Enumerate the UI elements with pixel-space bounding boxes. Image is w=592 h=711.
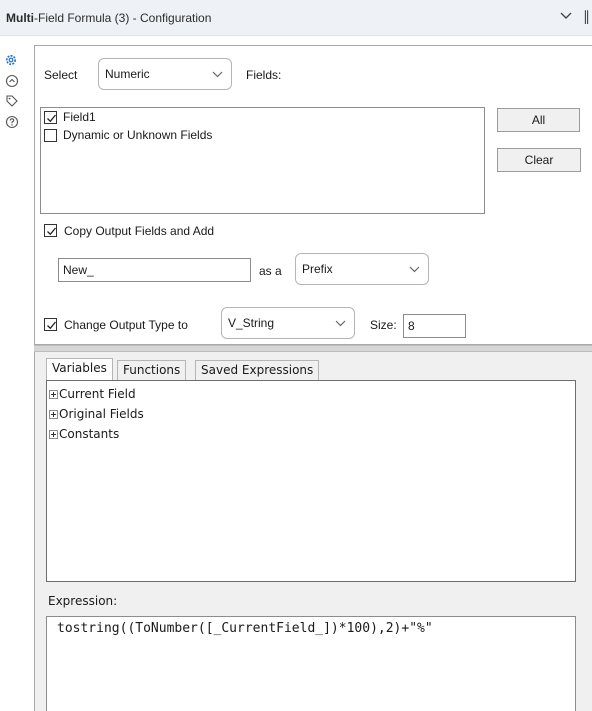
select-label: Select [44,68,78,82]
size-value: 8 [408,319,415,333]
dynamic-fields-label: Dynamic or Unknown Fields [63,128,213,142]
chevron-down-icon [212,71,223,78]
checkmark-icon [47,227,57,236]
chevron-down-icon[interactable] [559,8,573,22]
expand-icon[interactable] [49,430,58,439]
expression-text: tostring((ToNumber([_CurrentField_])*100… [57,621,433,636]
tag-icon[interactable] [5,94,19,108]
gear-icon[interactable] [4,53,18,67]
window-title-rest: -Field Formula (3) - Configuration [34,11,212,25]
name-prefix-input[interactable]: New_ [58,258,251,282]
panel-splitter[interactable] [34,345,592,352]
tree-item-original-fields[interactable]: Original Fields [49,407,144,421]
chevron-down-icon [409,266,420,273]
tool-info-icon[interactable] [5,74,19,88]
window-title-bold: Multi [6,11,34,25]
field1-label: Field1 [63,110,96,124]
expression-label: Expression: [48,594,118,608]
window-title: Multi-Field Formula (3) - Configuration [6,11,211,25]
select-type-value: Numeric [105,67,150,81]
checkmark-icon [47,114,57,123]
checkmark-icon [47,321,57,330]
position-value: Prefix [302,262,333,276]
tab-variables[interactable]: Variables [46,358,113,380]
change-type-checkbox[interactable] [44,318,57,331]
copy-output-checkbox[interactable] [44,224,57,237]
fields-list[interactable]: Field1 Dynamic or Unknown Fields [40,107,485,214]
expand-icon[interactable] [49,390,58,399]
tree-item-label: Constants [59,427,120,441]
copy-output-label: Copy Output Fields and Add [64,224,215,238]
dynamic-fields-checkbox[interactable] [44,129,57,142]
field1-checkbox[interactable] [44,111,57,124]
tab-functions[interactable]: Functions [117,360,187,380]
help-icon[interactable] [5,115,19,129]
expression-input[interactable]: tostring((ToNumber([_CurrentField_])*100… [46,616,576,711]
chevron-down-icon [335,320,346,327]
fields-label: Fields: [246,68,282,82]
tree-item-current-field[interactable]: Current Field [49,387,136,401]
title-bar: Multi-Field Formula (3) - Configuration … [0,0,592,36]
position-dropdown[interactable]: Prefix [295,253,429,285]
pin-icon[interactable]: ∥ [583,8,590,25]
name-prefix-value: New_ [63,263,94,277]
size-label: Size: [370,318,397,332]
tree-item-label: Current Field [59,387,136,401]
all-button[interactable]: All [497,108,580,132]
clear-button[interactable]: Clear [497,148,581,172]
expand-icon[interactable] [49,410,58,419]
variables-tree[interactable]: Current Field Original Fields Constants [46,380,576,582]
tree-item-constants[interactable]: Constants [49,427,120,441]
size-input[interactable]: 8 [403,314,466,338]
sidebar [0,37,27,711]
tab-saved-expressions[interactable]: Saved Expressions [195,360,320,380]
tree-item-label: Original Fields [59,407,144,421]
output-type-dropdown[interactable]: V_String [221,307,355,339]
as-a-label: as a [259,264,282,278]
select-type-dropdown[interactable]: Numeric [98,58,232,90]
change-type-label: Change Output Type to [64,318,188,332]
output-type-value: V_String [228,316,275,330]
